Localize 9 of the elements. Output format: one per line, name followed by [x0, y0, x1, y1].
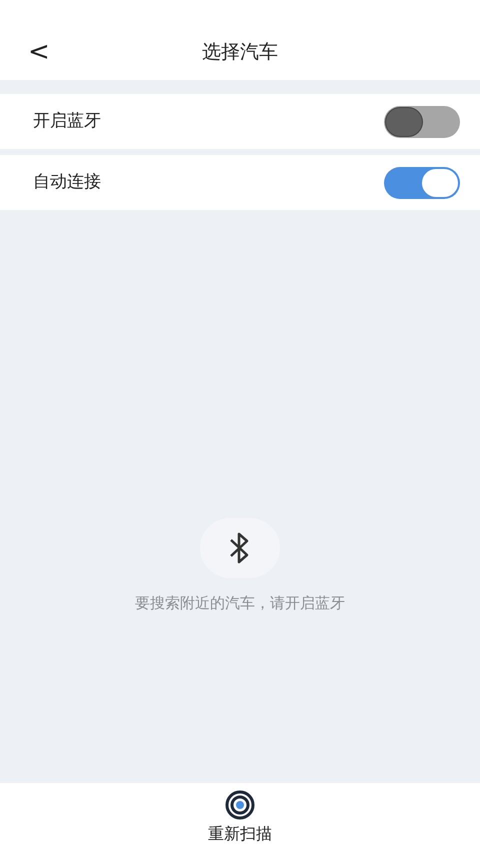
page-title: 选择汽车 [202, 40, 278, 65]
toggle-switch[interactable] [384, 106, 460, 138]
setting-label: 开启蓝牙 [33, 110, 101, 133]
setting-label: 自动连接 [33, 170, 101, 194]
radar-icon [223, 790, 257, 820]
toggle-switch[interactable] [384, 166, 460, 198]
back-button[interactable]: < [28, 39, 50, 65]
rescan-button[interactable]: 重新扫描 [208, 790, 272, 846]
empty-state-message: 要搜索附近的汽车，请开启蓝牙 [135, 593, 345, 614]
